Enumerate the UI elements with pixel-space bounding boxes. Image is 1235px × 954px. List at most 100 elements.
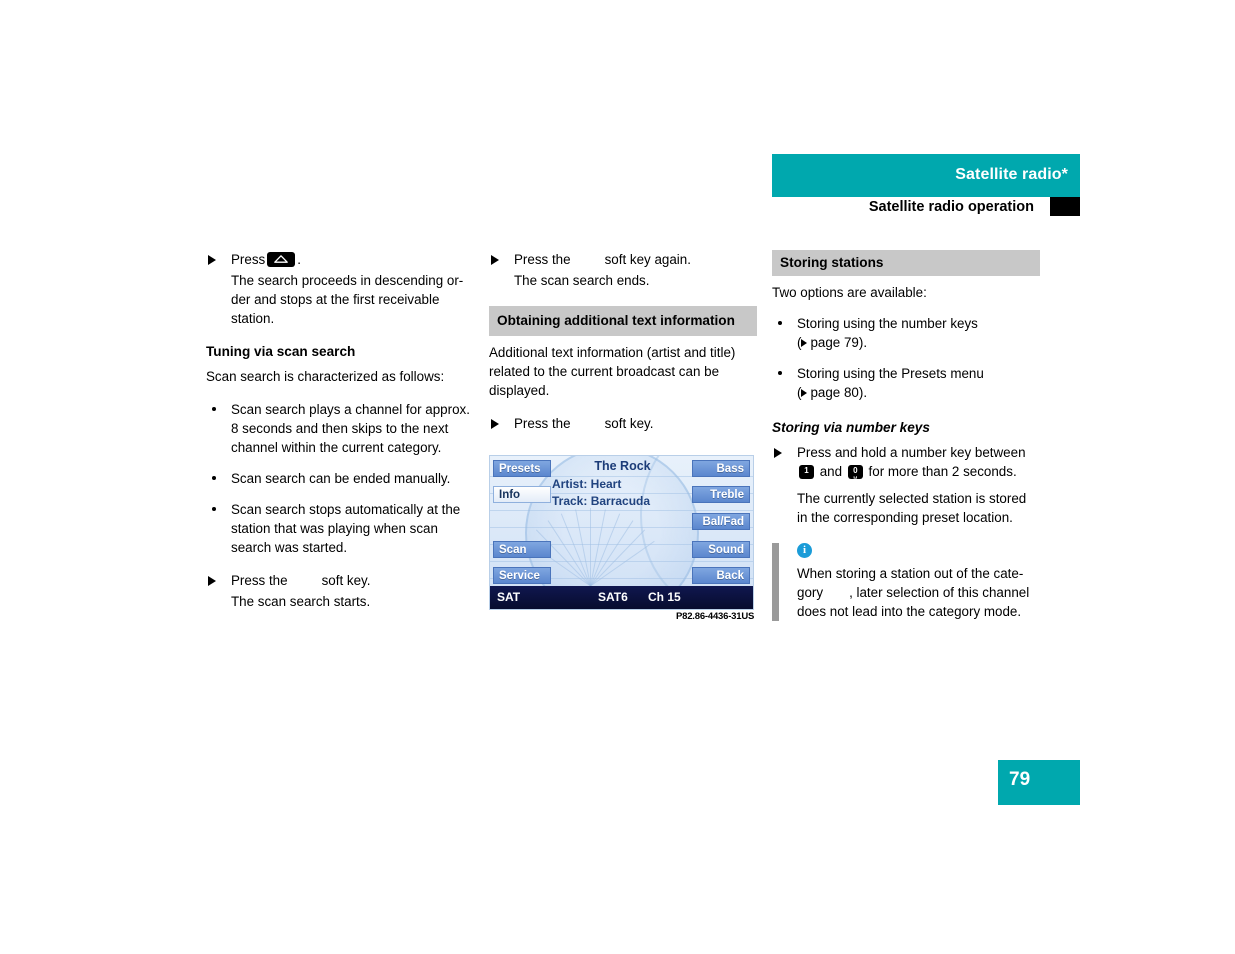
step-triangle-icon [774, 448, 782, 458]
note-line-1: When storing a station out of the cate- [797, 566, 1024, 581]
softkey-bal-fad-label: Bal/Fad [702, 516, 744, 528]
list-item-label: Scan search can be ended manually. [231, 471, 451, 486]
note-side-bar [772, 543, 779, 621]
page-ref-triangle-icon [801, 389, 808, 397]
step-text-post: soft key. [321, 573, 371, 588]
list-item: Scan search can be ended manually. [206, 469, 481, 488]
softkey-presets[interactable]: Presets [493, 460, 551, 477]
note-line-2-a: gory [797, 585, 824, 600]
softkey-scan-label: Scan [499, 544, 527, 556]
step-text-post: . [297, 252, 301, 267]
bullet-dot-icon [212, 407, 216, 411]
list-item: Storing using the number keys (page 79). [772, 314, 1040, 352]
bullet-dot-icon [778, 371, 782, 375]
list-item: Scan search stops automatically at the s… [206, 500, 481, 557]
step-triangle-icon [491, 419, 499, 429]
number-key-1-icon: 1 [799, 465, 814, 479]
softkey-info[interactable]: Info [493, 486, 551, 503]
display-track-line: Track: Barracuda [552, 494, 651, 508]
bullet-dot-icon [212, 476, 216, 480]
number-key-0-icon: 0 ␣ [847, 465, 863, 479]
display-status-band: SAT6 [598, 590, 628, 604]
page-header-banner: Satellite radio* [772, 154, 1080, 197]
manual-page: Satellite radio* Satellite radio operati… [0, 0, 1235, 954]
list-item: Storing using the Presets menu (page 80)… [772, 364, 1040, 402]
cross-reference-suffix: ). [858, 385, 868, 400]
left-column: Press . The search proceeds in descendin… [206, 250, 481, 611]
step-press-info-softkey: Press the soft key. [489, 414, 757, 433]
softkey-back[interactable]: Back [692, 567, 750, 584]
step-press-scan-softkey-result: The scan search starts. [231, 594, 371, 609]
cross-reference-suffix: ). [858, 335, 868, 350]
page-header-subtitle-row: Satellite radio operation [772, 197, 1080, 219]
list-item-label: Scan search stops automatically at the s… [231, 502, 461, 555]
number-key-0-submark: ␣ [853, 473, 858, 479]
note-line-3: does not lead into the category mode. [797, 604, 1022, 619]
section-heading-storing-stations: Storing stations [772, 250, 1040, 276]
softkey-info-label: Info [499, 489, 521, 501]
up-down-rocker-key-icon [267, 252, 296, 267]
step-text-post: soft key. [604, 416, 654, 431]
softkey-scan[interactable]: Scan [493, 541, 551, 558]
softkey-bass-label: Bass [716, 463, 745, 475]
step-press-seek-down-result: The search proceeds in descending or-der… [231, 273, 464, 326]
page-number-block: 79 [998, 760, 1080, 805]
softkey-service[interactable]: Service [493, 567, 551, 584]
step-press-seek-down: Press . [206, 250, 481, 269]
cross-reference[interactable]: (page 79). [797, 335, 867, 350]
softkey-sound-label: Sound [708, 544, 744, 556]
list-item-label: Storing using the number keys [797, 316, 978, 331]
note-line-2: gory , later selection of this channel [797, 583, 1040, 602]
info-icon: i [797, 543, 812, 558]
display-status-channel: Ch 15 [648, 590, 681, 604]
list-item: Scan search plays a channel for approx. … [206, 400, 481, 457]
list-item-label: Scan search plays a channel for approx. … [231, 402, 470, 455]
softkey-bal-fad[interactable]: Bal/Fad [692, 513, 750, 530]
step-text-post: soft key again. [604, 252, 691, 267]
softkey-presets-label: Presets [499, 463, 541, 475]
softkey-sound[interactable]: Sound [692, 541, 750, 558]
cross-reference[interactable]: (page 80). [797, 385, 867, 400]
heading-tuning-via-scan-search: Tuning via scan search [206, 344, 356, 359]
page-ref-triangle-icon [801, 339, 808, 347]
section-heading-obtaining-additional-text-information: Obtaining additional text information [489, 306, 757, 336]
page-header-title: Satellite radio* [955, 166, 1068, 183]
display-station-title: The Rock [594, 459, 651, 473]
satellite-radio-display-screenshot: Presets Info Scan Service Bass Treble Ba… [489, 455, 754, 610]
bullet-dot-icon [212, 507, 216, 511]
step-text-mid: and [819, 464, 843, 479]
page-header-subtitle: Satellite radio operation [868, 199, 1034, 215]
info-note: i When storing a station out of the cate… [772, 543, 1040, 621]
middle-column: Press the soft key again. The scan search… [489, 250, 757, 435]
step-text-pre: Press the [514, 252, 571, 267]
storing-stations-intro: Two options are available: [772, 285, 927, 300]
step-text-pre: Press and hold a number key between [797, 445, 1026, 460]
cross-reference-label: page 79 [810, 335, 859, 350]
step-press-hold-number-key-result: The currently selected station is stored… [797, 491, 1027, 525]
softkey-back-label: Back [716, 570, 745, 582]
scan-search-intro: Scan search is characterized as follows: [206, 369, 445, 384]
step-press-scan-softkey: Press the soft key. [206, 571, 481, 590]
note-line-2-b: , later selection of this channel [849, 585, 1030, 600]
chevron-up-glyph [274, 255, 289, 263]
softkey-service-label: Service [499, 570, 540, 582]
softkey-bass[interactable]: Bass [692, 460, 750, 477]
figure-reference-code: P82.86-4436-31US [676, 611, 755, 622]
step-text-pre: Press the [514, 416, 571, 431]
chapter-marker-block [1050, 197, 1080, 216]
step-triangle-icon [491, 255, 499, 265]
step-triangle-icon [208, 255, 216, 265]
softkey-treble[interactable]: Treble [692, 486, 750, 503]
heading-storing-via-number-keys: Storing via number keys [772, 420, 930, 435]
display-status-bar: SAT SAT6 Ch 15 [490, 586, 753, 609]
step-text-pre: Press the [231, 573, 288, 588]
step-triangle-icon [208, 576, 216, 586]
step-text-post: for more than 2 seconds. [868, 464, 1017, 479]
step-press-scan-again: Press the soft key again. [489, 250, 757, 269]
step-text-pre: Press [231, 252, 266, 267]
step-press-scan-again-result: The scan search ends. [514, 273, 650, 288]
display-artist-line: Artist: Heart [552, 477, 622, 491]
display-status-source: SAT [497, 590, 521, 604]
list-item-label: Storing using the Presets menu [797, 366, 984, 381]
cross-reference-label: page 80 [810, 385, 859, 400]
